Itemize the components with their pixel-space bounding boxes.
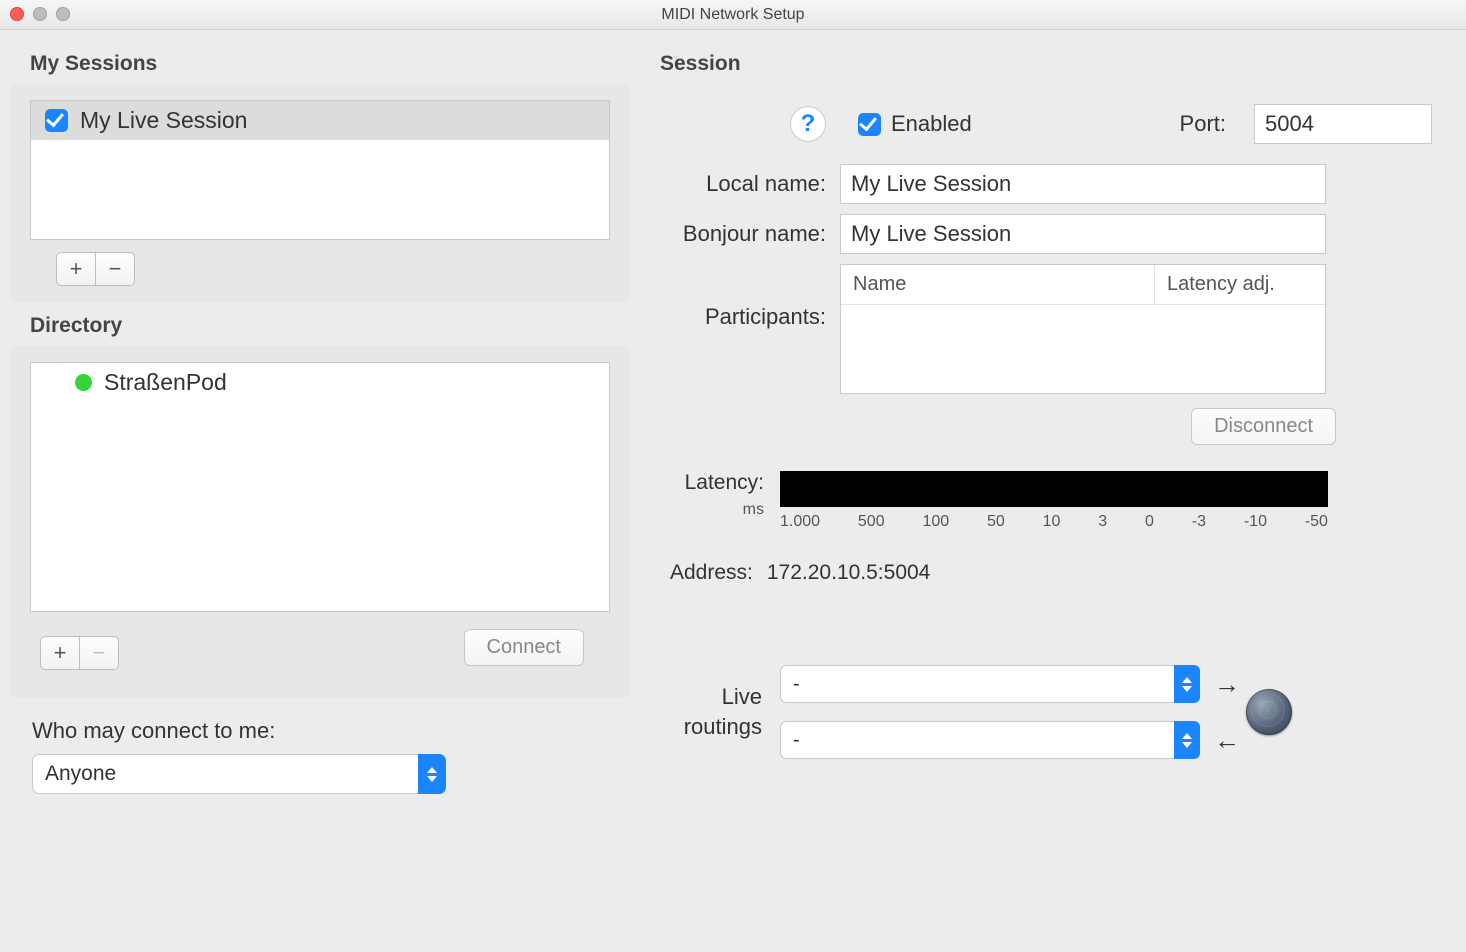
bonjour-name-label: Bonjour name:	[660, 221, 840, 247]
arrow-left-icon: ←	[1214, 725, 1240, 756]
live-routings-label: Live routings	[660, 682, 780, 742]
bonjour-name-input[interactable]	[840, 214, 1326, 254]
checkbox-icon[interactable]	[45, 109, 68, 132]
remove-directory-button: −	[79, 636, 119, 670]
address-label: Address:	[670, 561, 753, 585]
window-title: MIDI Network Setup	[661, 6, 804, 24]
tick: -10	[1244, 513, 1267, 531]
directory-header: Directory	[0, 302, 640, 346]
enabled-label: Enabled	[891, 111, 972, 137]
traffic-lights	[10, 7, 70, 21]
participants-col-latency[interactable]: Latency adj.	[1155, 265, 1325, 304]
tick: -3	[1192, 513, 1206, 531]
select-stepper-icon	[1174, 721, 1200, 759]
port-input[interactable]	[1254, 104, 1432, 144]
routings-label-line1: Live	[660, 682, 762, 712]
who-may-connect-label: Who may connect to me:	[0, 698, 640, 754]
routing-in-select[interactable]: -	[780, 721, 1200, 759]
help-button[interactable]: ?	[790, 106, 826, 142]
close-window-icon[interactable]	[10, 7, 24, 21]
address-value: 172.20.10.5:5004	[767, 561, 931, 585]
tick: -50	[1305, 513, 1328, 531]
online-status-icon	[75, 374, 92, 391]
tick: 10	[1043, 513, 1061, 531]
who-may-connect-value: Anyone	[45, 762, 116, 786]
tick: 50	[987, 513, 1005, 531]
disconnect-button: Disconnect	[1191, 408, 1336, 445]
tick: 100	[922, 513, 949, 531]
network-globe-icon	[1246, 689, 1292, 735]
local-name-input[interactable]	[840, 164, 1326, 204]
routing-out-select[interactable]: -	[780, 665, 1200, 703]
titlebar: MIDI Network Setup	[0, 0, 1466, 30]
latency-unit: ms	[660, 501, 780, 519]
arrow-right-icon: →	[1214, 669, 1240, 700]
directory-row[interactable]: StraßenPod	[31, 363, 609, 402]
local-name-label: Local name:	[660, 171, 840, 197]
latency-meter	[780, 471, 1328, 507]
left-pane: My Sessions My Live Session + − Director…	[0, 30, 640, 928]
participants-header: Name Latency adj.	[841, 265, 1325, 305]
select-stepper-icon	[1174, 665, 1200, 703]
right-pane: Session ? Enabled Port: Local name: Bonj…	[640, 30, 1466, 928]
latency-ticks: 1.000 500 100 50 10 3 0 -3 -10 -50	[780, 513, 1328, 531]
plus-icon: +	[54, 640, 67, 666]
directory-list[interactable]: StraßenPod	[30, 362, 610, 612]
session-row[interactable]: My Live Session	[31, 101, 609, 140]
enabled-checkbox[interactable]	[858, 113, 881, 136]
tick: 500	[858, 513, 885, 531]
routing-out-value: -	[793, 673, 800, 696]
port-label: Port:	[1180, 111, 1226, 137]
add-directory-button[interactable]: +	[40, 636, 80, 670]
minimize-window-icon	[33, 7, 47, 21]
routing-in-value: -	[793, 729, 800, 752]
zoom-window-icon	[56, 7, 70, 21]
participants-col-name[interactable]: Name	[841, 265, 1155, 304]
help-icon: ?	[801, 110, 816, 138]
plus-icon: +	[70, 256, 83, 282]
who-may-connect-select[interactable]: Anyone	[32, 754, 446, 794]
session-name: My Live Session	[80, 107, 247, 134]
connect-button: Connect	[464, 629, 585, 666]
session-header: Session	[650, 40, 1454, 84]
tick: 0	[1145, 513, 1154, 531]
tick: 1.000	[780, 513, 820, 531]
tick: 3	[1098, 513, 1107, 531]
participants-label: Participants:	[660, 264, 840, 330]
minus-icon: −	[109, 256, 122, 282]
directory-peer-name: StraßenPod	[104, 369, 227, 396]
sessions-list[interactable]: My Live Session	[30, 100, 610, 240]
routings-label-line2: routings	[660, 712, 762, 742]
minus-icon: −	[93, 640, 106, 666]
select-stepper-icon	[418, 754, 446, 794]
remove-session-button[interactable]: −	[95, 252, 135, 286]
participants-table[interactable]: Name Latency adj.	[840, 264, 1326, 394]
my-sessions-header: My Sessions	[0, 40, 640, 84]
latency-label: Latency:	[660, 471, 780, 495]
add-session-button[interactable]: +	[56, 252, 96, 286]
